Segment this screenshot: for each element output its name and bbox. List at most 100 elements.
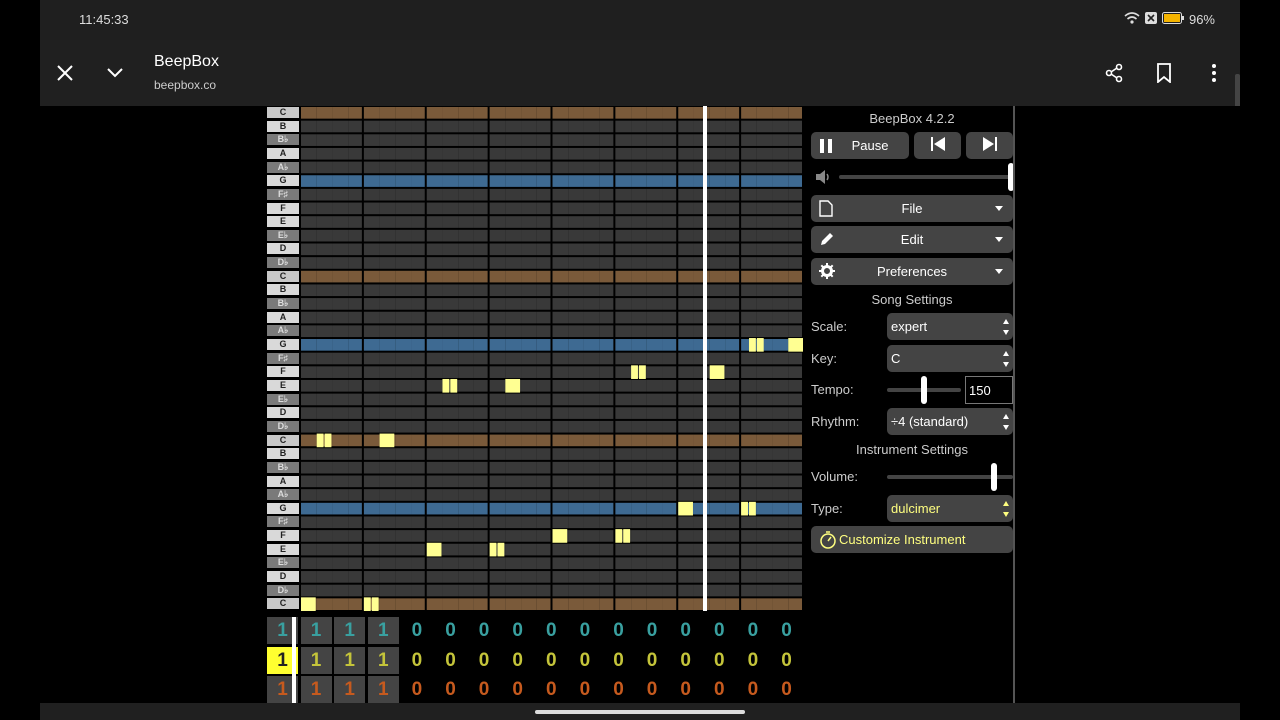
track-pattern-cell[interactable]: 0: [771, 647, 802, 674]
piano-key[interactable]: G: [267, 175, 299, 187]
track-pattern-cell[interactable]: 0: [401, 647, 432, 674]
track-pattern-cell[interactable]: 0: [603, 647, 634, 674]
piano-key[interactable]: E: [267, 216, 299, 228]
track-pattern-cell[interactable]: 0: [469, 617, 500, 644]
more-vert-icon[interactable]: [1199, 58, 1229, 88]
piano-key[interactable]: E: [267, 379, 299, 391]
track-pattern-cell[interactable]: 0: [569, 647, 600, 674]
track-pattern-cell[interactable]: 0: [536, 647, 567, 674]
piano-key[interactable]: C: [267, 270, 299, 282]
piano-keys[interactable]: C B B♭ A A♭ G F♯ F E E♭ D D♭ C B B♭ A A♭ G F♯ F E E♭ D D♭ C B B♭ A A…: [267, 106, 301, 611]
instrument-volume-thumb[interactable]: [991, 463, 998, 491]
track-pattern-cell[interactable]: 0: [670, 617, 701, 644]
piano-key[interactable]: A: [267, 475, 299, 487]
track-pattern-cell[interactable]: 0: [704, 617, 735, 644]
prev-bar-button[interactable]: [914, 132, 961, 159]
type-select[interactable]: dulcimer: [887, 495, 1013, 522]
piano-key[interactable]: A♭: [267, 325, 299, 337]
master-volume-track[interactable]: [839, 175, 1011, 179]
piano-key[interactable]: B: [267, 120, 299, 132]
piano-key[interactable]: B: [267, 448, 299, 460]
preferences-menu[interactable]: Preferences: [811, 258, 1013, 285]
track-pattern-cell[interactable]: 0: [569, 676, 600, 703]
piano-key[interactable]: F♯: [267, 516, 299, 528]
track-pattern-cell[interactable]: 0: [401, 676, 432, 703]
track-pattern-cell[interactable]: 0: [502, 617, 533, 644]
track-pattern-cell[interactable]: 1: [300, 617, 332, 644]
rhythm-select[interactable]: ÷4 (standard): [887, 408, 1013, 435]
piano-key[interactable]: F♯: [267, 188, 299, 200]
track-pattern-cell[interactable]: 0: [502, 647, 533, 674]
piano-key[interactable]: D♭: [267, 257, 299, 269]
key-select[interactable]: C: [887, 345, 1013, 372]
track-pattern-cell[interactable]: 0: [536, 617, 567, 644]
piano-key[interactable]: G: [267, 502, 299, 514]
piano-key[interactable]: D: [267, 243, 299, 255]
piano-key[interactable]: A: [267, 147, 299, 159]
piano-key[interactable]: A: [267, 311, 299, 323]
track-pattern-cell[interactable]: 0: [704, 647, 735, 674]
track-pattern-cell[interactable]: 1: [367, 676, 399, 703]
track-pattern-cell[interactable]: 0: [637, 617, 668, 644]
piano-key[interactable]: D♭: [267, 420, 299, 432]
track-pattern-cell[interactable]: 0: [603, 617, 634, 644]
chevron-down-icon[interactable]: [100, 58, 130, 88]
pause-button[interactable]: Pause: [811, 132, 909, 159]
edit-menu[interactable]: Edit: [811, 226, 1013, 253]
track-pattern-cell[interactable]: 1: [334, 676, 366, 703]
file-menu[interactable]: File: [811, 195, 1013, 222]
track-pattern-cell[interactable]: 0: [469, 647, 500, 674]
piano-key[interactable]: F♯: [267, 352, 299, 364]
customize-instrument-button[interactable]: Customize Instrument: [811, 526, 1013, 553]
track-pattern-cell[interactable]: 0: [704, 676, 735, 703]
track-pattern-cell[interactable]: 0: [401, 617, 432, 644]
piano-key[interactable]: F: [267, 202, 299, 214]
track-pattern-cell[interactable]: 0: [637, 676, 668, 703]
track-pattern-cell[interactable]: 1: [334, 646, 366, 674]
piano-key[interactable]: D: [267, 571, 299, 583]
piano-key[interactable]: A♭: [267, 489, 299, 501]
pattern-editor[interactable]: [301, 106, 804, 611]
piano-key[interactable]: B: [267, 284, 299, 296]
track-pattern-cell[interactable]: 0: [435, 617, 466, 644]
scale-select[interactable]: expert: [887, 313, 1013, 340]
piano-key[interactable]: C: [267, 598, 299, 610]
piano-key[interactable]: E: [267, 543, 299, 555]
track-pattern-cell[interactable]: 0: [670, 647, 701, 674]
track-pattern-cell[interactable]: 0: [502, 676, 533, 703]
piano-key[interactable]: C: [267, 434, 299, 446]
piano-key[interactable]: D♭: [267, 584, 299, 596]
next-bar-button[interactable]: [966, 132, 1013, 159]
tempo-input[interactable]: 150: [965, 376, 1013, 404]
piano-key[interactable]: C: [267, 107, 299, 118]
track-pattern-cell[interactable]: 0: [435, 647, 466, 674]
track-pattern-cell[interactable]: 1: [300, 646, 332, 674]
track-pattern-cell[interactable]: 1: [367, 617, 399, 644]
track-pattern-cell[interactable]: 0: [603, 676, 634, 703]
track-pattern-cell[interactable]: 0: [771, 676, 802, 703]
piano-key[interactable]: E♭: [267, 557, 299, 569]
track-pattern-cell[interactable]: 0: [435, 676, 466, 703]
track-pattern-cell[interactable]: 0: [637, 647, 668, 674]
track-pattern-cell[interactable]: 1: [367, 646, 399, 674]
piano-key[interactable]: B♭: [267, 134, 299, 146]
track-pattern-cell[interactable]: 1: [300, 676, 332, 703]
piano-key[interactable]: D: [267, 407, 299, 419]
close-icon[interactable]: [50, 58, 80, 88]
piano-key[interactable]: G: [267, 339, 299, 351]
bookmark-icon[interactable]: [1149, 58, 1179, 88]
track-pattern-cell[interactable]: 0: [737, 617, 768, 644]
tempo-slider-thumb[interactable]: [921, 376, 927, 404]
track-pattern-cell[interactable]: 0: [737, 647, 768, 674]
piano-key[interactable]: F: [267, 366, 299, 378]
piano-key[interactable]: B♭: [267, 461, 299, 473]
track-pattern-cell[interactable]: 0: [569, 617, 600, 644]
piano-key[interactable]: F: [267, 530, 299, 542]
home-gesture-handle[interactable]: [535, 710, 745, 714]
piano-key[interactable]: E♭: [267, 229, 299, 241]
track-pattern-cell[interactable]: 0: [737, 676, 768, 703]
piano-key[interactable]: A♭: [267, 161, 299, 173]
track-editor[interactable]: 1111000000000000111100000000000011110000…: [267, 617, 804, 703]
track-pattern-cell[interactable]: 1: [334, 617, 366, 644]
piano-key[interactable]: B♭: [267, 298, 299, 310]
